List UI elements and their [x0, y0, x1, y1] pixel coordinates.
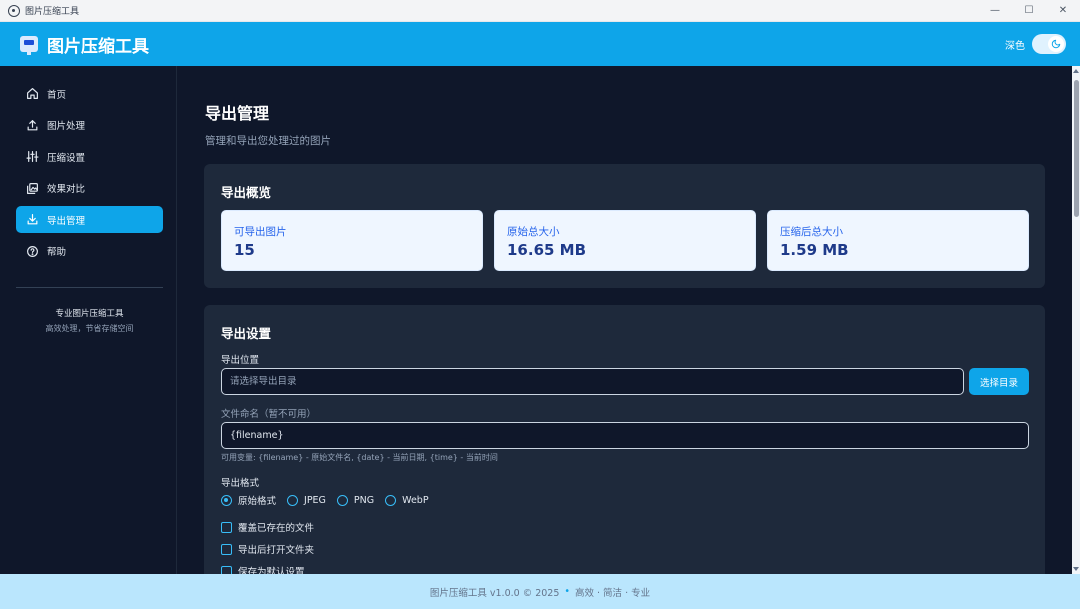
main-content: 导出管理 管理和导出您处理过的图片 导出概览 可导出图片 15 原始总大小 16… [178, 66, 1072, 574]
sidebar-divider [16, 286, 163, 288]
download-icon [25, 213, 39, 227]
sidebar-promo-subtitle: 高效处理，节省存储空间 [45, 323, 134, 333]
sidebar-item-home[interactable]: 首页 [16, 80, 163, 107]
monitor-logo-icon [20, 36, 38, 55]
stat-label: 压缩后总大小 [780, 226, 843, 238]
stat-original-size: 原始总大小 16.65 MB [494, 210, 756, 271]
checkbox-box [221, 565, 232, 574]
export-location-label: 导出位置 [221, 355, 260, 366]
help-icon [25, 244, 39, 258]
export-overview-card: 导出概览 可导出图片 15 原始总大小 16.65 MB 压缩后总大小 1.59… [204, 164, 1045, 288]
window-title: 图片压缩工具 [25, 7, 80, 17]
sidebar-item-image-processing[interactable]: 图片处理 [16, 112, 163, 139]
sidebar-item-label: 压缩设置 [47, 152, 86, 164]
sidebar: 首页 图片处理 压缩设置 效果对比 导出管理 帮助 专业图片压缩工具 高效处理，… [3, 66, 177, 574]
radio-circle [221, 494, 232, 506]
checkbox-label: 覆盖已存在的文件 [238, 523, 315, 534]
stat-label: 可导出图片 [234, 226, 287, 238]
stat-value: 15 [234, 241, 255, 259]
sidebar-item-label: 帮助 [47, 247, 67, 258]
sidebar-promo-title: 专业图片压缩工具 [55, 308, 124, 319]
export-location-input[interactable] [221, 368, 964, 395]
page-subtitle: 管理和导出您处理过的图片 [205, 135, 331, 147]
app-footer: 图片压缩工具 v1.0.0 © 2025 • 高效 · 简洁 · 专业 [0, 574, 1080, 609]
scroll-down-arrow-icon[interactable] [1073, 567, 1079, 571]
overview-title: 导出概览 [221, 185, 272, 200]
app-title: 图片压缩工具 [47, 36, 149, 57]
file-naming-input[interactable] [221, 422, 1029, 449]
radio-circle [385, 494, 397, 506]
scroll-up-arrow-icon[interactable] [1073, 69, 1079, 73]
scrollbar-thumb[interactable] [1073, 80, 1079, 217]
footer-tagline: 高效 · 简洁 · 专业 [575, 587, 651, 599]
settings-title: 导出设置 [221, 326, 272, 341]
format-radio-jpeg[interactable]: JPEG [287, 494, 326, 506]
stat-compressed-size: 压缩后总大小 1.59 MB [767, 210, 1029, 271]
stat-value: 1.59 MB [780, 241, 849, 259]
open-folder-after-export-checkbox[interactable]: 导出后打开文件夹 [221, 542, 314, 556]
stat-value: 16.65 MB [507, 241, 587, 259]
checkbox-box [221, 521, 232, 533]
format-radio-png[interactable]: PNG [336, 494, 375, 506]
sidebar-item-compression-settings[interactable]: 压缩设置 [16, 143, 163, 170]
radio-label: 原始格式 [238, 496, 277, 507]
theme-toggle[interactable] [1032, 34, 1066, 54]
window-controls: — ☐ ✕ [978, 0, 1080, 21]
footer-version: 图片压缩工具 v1.0.0 © 2025 [429, 587, 560, 599]
sidebar-item-help[interactable]: 帮助 [16, 238, 163, 265]
moon-icon [1048, 36, 1064, 52]
stat-label: 原始总大小 [507, 226, 560, 238]
page-title: 导出管理 [205, 104, 270, 123]
app-icon [8, 4, 20, 17]
sidebar-nav: 首页 图片处理 压缩设置 效果对比 导出管理 帮助 [3, 66, 176, 265]
window-titlebar: 图片压缩工具 — ☐ ✕ [0, 0, 1080, 22]
format-radio-webp[interactable]: WebP [385, 494, 429, 506]
close-button[interactable]: ✕ [1046, 0, 1080, 21]
file-naming-hint: 可用变量: {filename} - 原始文件名, {date} - 当前日期,… [221, 453, 498, 462]
radio-circle [287, 494, 299, 506]
checkbox-label: 保存为默认设置 [238, 567, 305, 574]
footer-separator: • [564, 586, 570, 597]
sliders-icon [25, 150, 39, 164]
sidebar-item-label: 导出管理 [47, 215, 86, 227]
sidebar-item-label: 图片处理 [47, 121, 86, 132]
sidebar-item-compare[interactable]: 效果对比 [16, 175, 163, 202]
export-settings-card: 导出设置 导出位置 选择目录 文件命名（暂不可用） 可用变量: {filenam… [204, 305, 1045, 574]
format-radio-original[interactable]: 原始格式 [221, 493, 276, 507]
save-as-default-checkbox[interactable]: 保存为默认设置 [221, 564, 305, 574]
radio-label: JPEG [304, 494, 326, 506]
sidebar-item-export[interactable]: 导出管理 [16, 206, 163, 233]
main-scrollbar[interactable] [1072, 66, 1080, 574]
checkbox-box [221, 543, 232, 555]
minimize-button[interactable]: — [978, 0, 1012, 21]
checkbox-label: 导出后打开文件夹 [238, 545, 315, 556]
file-naming-label: 文件命名（暂不可用） [221, 409, 317, 420]
export-format-radio-group: 原始格式 JPEG PNG WebP [221, 493, 440, 507]
theme-label: 深色 [1005, 40, 1025, 52]
sidebar-item-label: 首页 [47, 89, 67, 101]
radio-label: WebP [402, 494, 429, 506]
radio-label: PNG [353, 494, 375, 506]
sidebar-item-label: 效果对比 [47, 184, 86, 195]
choose-directory-button[interactable]: 选择目录 [969, 368, 1029, 395]
upload-icon [25, 118, 39, 132]
overwrite-existing-checkbox[interactable]: 覆盖已存在的文件 [221, 520, 314, 534]
export-format-label: 导出格式 [221, 478, 260, 489]
home-icon [25, 87, 39, 101]
maximize-button[interactable]: ☐ [1012, 0, 1046, 21]
stat-exportable-images: 可导出图片 15 [221, 210, 483, 271]
compare-image-icon [25, 181, 39, 195]
radio-circle [336, 494, 348, 506]
app-header: 图片压缩工具 深色 [0, 22, 1080, 66]
